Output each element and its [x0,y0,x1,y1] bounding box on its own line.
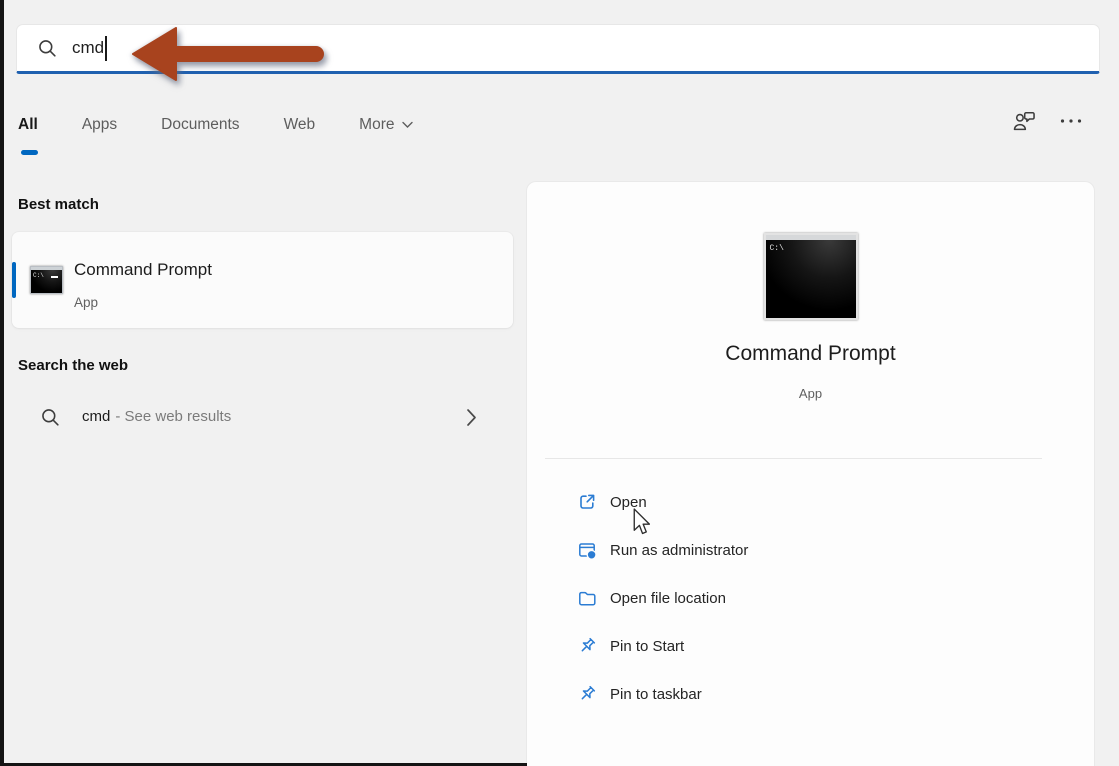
selection-indicator [12,262,16,298]
best-match-heading: Best match [18,196,99,213]
action-label: Open file location [610,590,726,607]
best-match-result-command-prompt[interactable]: C:\ Command Prompt App [12,232,513,328]
action-pin-to-start[interactable]: Pin to Start [527,622,1094,670]
action-run-as-administrator[interactable]: Run as administrator [527,526,1094,574]
tab-more[interactable]: More [359,116,413,134]
command-prompt-icon-large: C:\ [764,233,858,320]
divider [545,458,1042,459]
folder-icon [577,588,597,608]
preview-title: Command Prompt [527,342,1094,366]
active-tab-indicator [21,150,38,155]
web-query: cmd [82,408,110,425]
result-subtitle: App [74,295,98,310]
web-hint: - See web results [115,408,231,425]
web-search-result[interactable]: cmd - See web results [12,394,513,442]
action-label: Pin to taskbar [610,686,702,703]
annotation-left-arrow-icon [130,21,328,87]
pin-icon [577,636,597,656]
action-open[interactable]: Open [527,478,1094,526]
text-caret [105,36,107,61]
tab-apps[interactable]: Apps [82,116,117,134]
mouse-cursor [631,508,652,537]
search-preferences-button[interactable] [1009,106,1039,136]
action-list: Open Run as administrator Open file loca… [527,478,1094,718]
action-label: Run as administrator [610,542,748,559]
run-as-admin-icon [577,540,597,560]
result-title: Command Prompt [74,260,212,280]
more-options-button[interactable] [1056,106,1086,136]
chevron-right-icon [466,408,477,427]
action-label: Pin to Start [610,638,684,655]
preview-subtitle: App [527,386,1094,401]
screenshot-border-left [0,0,4,766]
search-icon [37,38,58,59]
search-the-web-heading: Search the web [18,357,128,374]
windows-search-flyout: cmd All Apps Documents Web More Best mat… [0,0,1119,766]
tab-all[interactable]: All [18,116,38,134]
chevron-down-icon [402,121,413,129]
tab-documents[interactable]: Documents [161,116,239,134]
search-input-value: cmd [72,38,104,58]
tab-web[interactable]: Web [284,116,316,134]
preview-panel: C:\ Command Prompt App Open [527,182,1094,766]
action-pin-to-taskbar[interactable]: Pin to taskbar [527,670,1094,718]
pin-icon [577,684,597,704]
web-result-text: cmd - See web results [82,408,231,425]
search-icon [40,407,61,428]
command-prompt-icon: C:\ [30,266,63,294]
ellipsis-icon [1058,108,1084,134]
person-chat-icon [1011,108,1038,135]
filter-tabs: All Apps Documents Web More [18,116,413,134]
action-open-file-location[interactable]: Open file location [527,574,1094,622]
open-external-icon [577,492,597,512]
